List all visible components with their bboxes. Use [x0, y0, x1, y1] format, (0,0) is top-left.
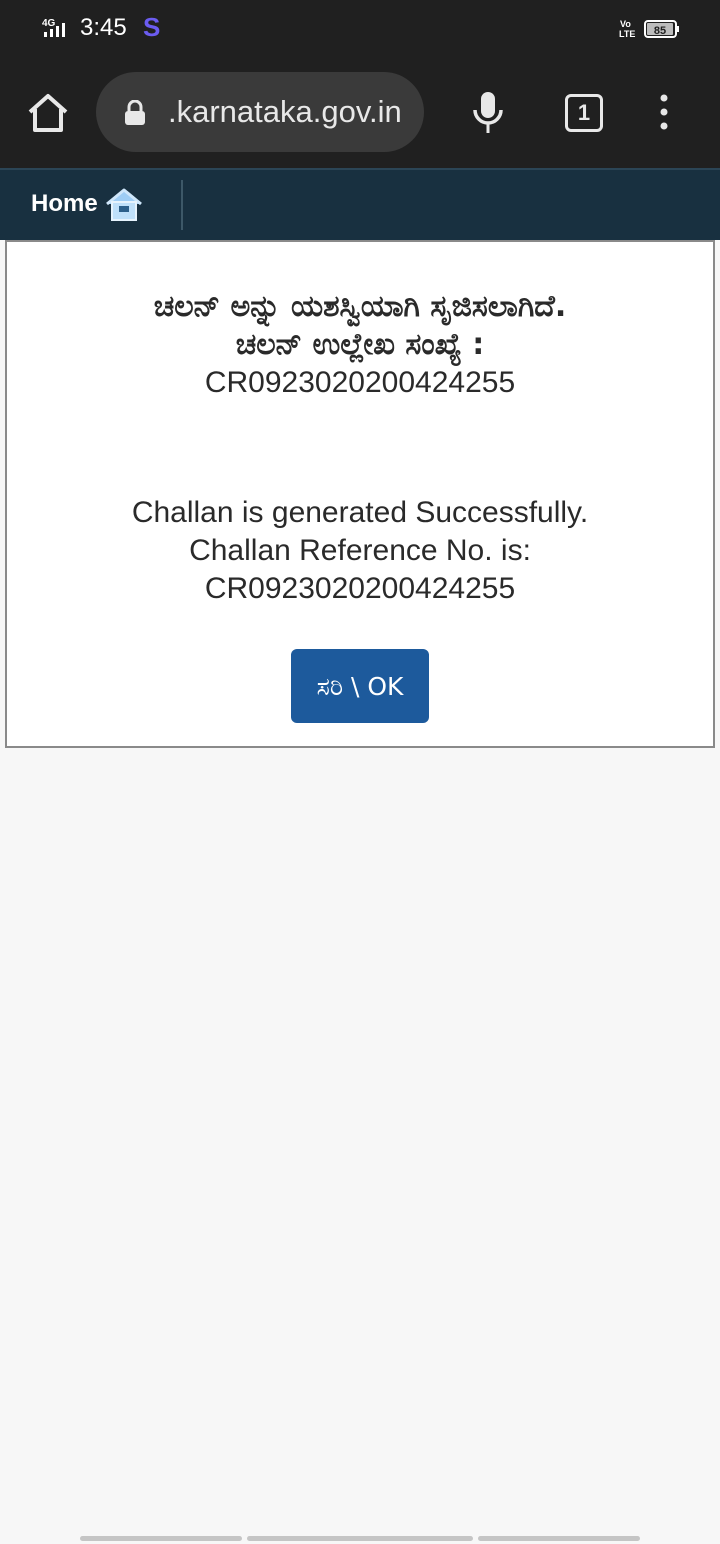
mic-icon[interactable]: [470, 90, 506, 136]
english-message: Challan is generated Successfully. Chall…: [7, 494, 713, 608]
status-time: 3:45: [80, 14, 127, 41]
site-navbar: Home: [0, 168, 720, 240]
gesture-bar: [80, 1536, 640, 1541]
nav-divider: [181, 180, 183, 230]
kannada-success-line: ಚಲನ್ ಅನ್ನು ಯಶಸ್ವಿಯಾಗಿ ಸೃಜಿಸಲಾಗಿದೆ.: [153, 289, 567, 324]
lock-icon: [125, 100, 145, 125]
url-text[interactable]: .karnataka.gov.in: [168, 94, 402, 130]
gesture-bar-segment: [478, 1536, 640, 1541]
address-bar[interactable]: .karnataka.gov.in: [96, 72, 424, 152]
home-icon[interactable]: [26, 92, 70, 134]
battery-icon: 85: [644, 20, 679, 38]
browser-toolbar: .karnataka.gov.in 1: [0, 56, 720, 168]
app-notification-icon: S: [143, 12, 161, 42]
gesture-bar-segment: [247, 1536, 473, 1541]
success-dialog: ಚಲನ್ ಅನ್ನು ಯಶಸ್ವಿಯಾಗಿ ಸೃಜಿಸಲಾಗಿದೆ. ಚಲನ್ …: [5, 240, 715, 748]
signal-icon: 4G: [42, 18, 65, 37]
ok-button[interactable]: ಸರಿ \ OK: [291, 649, 429, 723]
svg-text:LTE: LTE: [619, 29, 635, 39]
kannada-reference-number: CR0923020200424255: [204, 366, 516, 399]
nav-home-link[interactable]: Home: [31, 190, 98, 218]
network-type: 4G: [42, 18, 56, 29]
gesture-bar-segment: [80, 1536, 242, 1541]
kannada-reference-label: ಚಲನ್ ಉಲ್ಲೇಖ ಸಂಖ್ಯೆ :: [235, 327, 485, 362]
tab-switcher-icon[interactable]: 1: [565, 94, 603, 132]
status-bar: 4G 3:45 S Vo LTE 85: [0, 0, 720, 56]
more-vert-icon[interactable]: [656, 94, 672, 130]
house-icon[interactable]: [104, 186, 144, 222]
english-reference-label: Challan Reference No. is:: [189, 534, 531, 567]
english-success-line: Challan is generated Successfully.: [131, 496, 589, 529]
english-reference-number: CR0923020200424255: [204, 572, 516, 605]
battery-level: 85: [654, 25, 666, 37]
kannada-message: ಚಲನ್ ಅನ್ನು ಯಶಸ್ವಿಯಾಗಿ ಸೃಜಿಸಲಾಗಿದೆ. ಚಲನ್ …: [7, 288, 713, 402]
volte-icon: Vo LTE: [619, 19, 635, 39]
svg-text:Vo: Vo: [620, 19, 631, 29]
